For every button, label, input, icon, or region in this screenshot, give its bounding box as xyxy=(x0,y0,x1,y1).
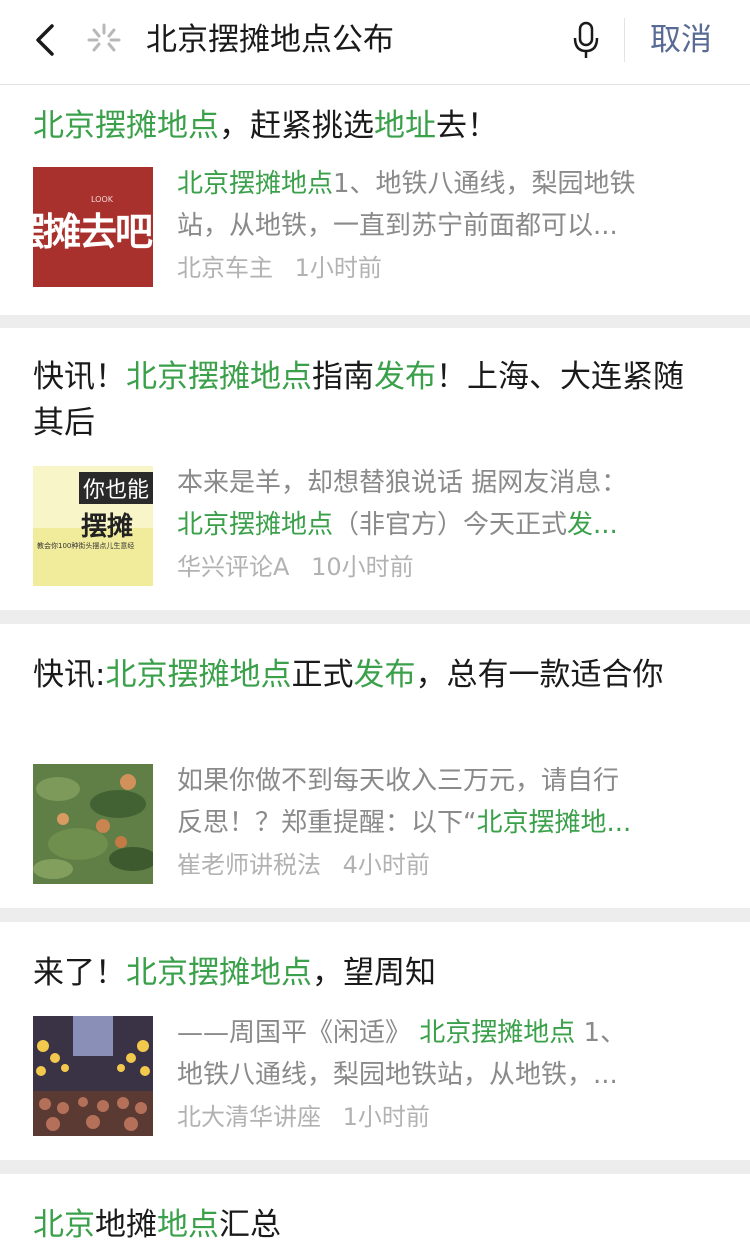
highlighted-keyword: 地点 xyxy=(157,1207,219,1243)
result-time: 1小时前 xyxy=(342,1103,430,1131)
result-title: 快讯！北京摆摊地点指南发布！上海、大连紧随其后 xyxy=(33,354,710,446)
text-segment: 站，从地铁，一直到苏宁前面都可以... xyxy=(177,211,618,241)
microphone-icon[interactable] xyxy=(570,20,602,60)
thumbnail-caption: 摆摊 xyxy=(81,512,134,542)
result-title: 北京摆摊地点，赶紧挑选地址去！ xyxy=(33,103,710,149)
result-snippet: 北京摆摊地点1、地铁八通线，梨园地铁站，从地铁，一直到苏宁前面都可以... xyxy=(177,163,710,247)
snippet-line: ——周国平《闲适》 北京摆摊地点 1、 xyxy=(177,1012,710,1054)
search-bar: 北京摆摊地点公布 取消 xyxy=(0,0,750,85)
night-market-image xyxy=(33,1016,153,1136)
text-segment: 快讯: xyxy=(33,657,106,693)
highlighted-keyword: 北京摆摊地点 xyxy=(419,1018,576,1048)
result-thumbnail: 摆摊去吧 LOOK xyxy=(33,167,153,287)
result-snippet: 如果你做不到每天收入三万元，请自行 反思！？郑重提醒：以下“北京摆摊地... xyxy=(177,760,710,844)
search-divider xyxy=(624,18,625,62)
result-thumbnail: 你也能 摆摊 教会你100种街头摆点儿生意经 xyxy=(33,466,153,586)
result-source[interactable]: 崔老师讲税法 xyxy=(177,851,321,879)
result-card[interactable]: 北京地摊地点汇总 xyxy=(0,1174,750,1254)
result-thumbnail xyxy=(33,1016,153,1136)
snippet-line: 如果你做不到每天收入三万元，请自行 xyxy=(177,760,710,802)
text-segment: 1、 xyxy=(575,1018,627,1048)
highlighted-keyword: 发... xyxy=(567,510,618,540)
highlighted-keyword: 发布 xyxy=(353,657,416,693)
highlighted-keyword: 北京摆摊地点 xyxy=(126,359,312,395)
result-source[interactable]: 华兴评论A xyxy=(177,553,289,581)
result-snippet: 本来是羊，却想替狼说话 据网友消息： 北京摆摊地点（非官方）今天正式发... xyxy=(177,462,710,546)
text-segment: 来了！ xyxy=(33,955,126,991)
snippet-line: 北京摆摊地点（非官方）今天正式发... xyxy=(177,504,710,546)
text-segment: ，望周知 xyxy=(312,955,436,991)
text-segment: 本来是羊，却想替狼说话 据网友消息： xyxy=(177,468,628,498)
cancel-button[interactable]: 取消 xyxy=(650,18,712,62)
result-card[interactable]: 快讯:北京摆摊地点正式发布，总有一款适合你 如果你做不到每天收入三万元，请自行反… xyxy=(0,624,750,908)
text-segment: ，总有一款适合你 xyxy=(415,657,664,693)
search-input[interactable]: 北京摆摊地点公布 xyxy=(146,18,394,62)
snippet-line: 地铁八通线，梨园地铁站，从地铁，... xyxy=(177,1054,710,1096)
result-card[interactable]: 来了！北京摆摊地点，望周知 ——周国平《闲适》 北京摆摊地点 1、 地铁八通线，梨… xyxy=(0,922,750,1160)
result-title: 来了！北京摆摊地点，望周知 xyxy=(33,950,710,996)
text-segment: 快讯！ xyxy=(33,359,126,395)
loading-spinner-icon xyxy=(87,23,121,52)
result-title: 快讯:北京摆摊地点正式发布，总有一款适合你 xyxy=(33,652,710,698)
result-meta: 北京车主 1小时前 xyxy=(177,251,382,285)
thumbnail-caption: 摆摊去吧 xyxy=(33,209,153,254)
result-thumbnail xyxy=(33,764,153,884)
text-segment: （非官方）今天正式 xyxy=(333,510,568,540)
result-card[interactable]: 北京摆摊地点，赶紧挑选地址去！ 摆摊去吧 LOOK 北京摆摊地点1、地铁八通线，… xyxy=(0,85,750,315)
snippet-line: 站，从地铁，一直到苏宁前面都可以... xyxy=(177,205,710,247)
result-source[interactable]: 北大清华讲座 xyxy=(177,1103,321,1131)
result-title: 北京地摊地点汇总 xyxy=(33,1202,710,1248)
snippet-line: 本来是羊，却想替狼说话 据网友消息： xyxy=(177,462,710,504)
result-time: 1小时前 xyxy=(294,254,382,282)
highlighted-keyword: 北京摆摊地点 xyxy=(177,169,334,199)
text-segment: 汇总 xyxy=(219,1207,281,1243)
result-time: 10小时前 xyxy=(311,553,414,581)
result-snippet: ——周国平《闲适》 北京摆摊地点 1、地铁八通线，梨园地铁站，从地铁，... xyxy=(177,1012,710,1096)
highlighted-keyword: 北京摆摊地点 xyxy=(177,510,334,540)
thumbnail-small-caption: 教会你100种街头摆点儿生意经 xyxy=(37,542,135,550)
result-card[interactable]: 快讯！北京摆摊地点指南发布！上海、大连紧随其后 你也能 摆摊 教会你100种街头… xyxy=(0,328,750,610)
text-segment: 如果你做不到每天收入三万元，请自行 xyxy=(177,766,620,796)
highlighted-keyword: 发布 xyxy=(374,359,436,395)
result-meta: 华兴评论A 10小时前 xyxy=(177,550,414,584)
thumbnail-small-caption: LOOK xyxy=(91,195,114,204)
text-segment: 反思！？郑重提醒：以下“ xyxy=(177,808,477,838)
result-time: 4小时前 xyxy=(342,851,430,879)
snippet-line: 北京摆摊地点1、地铁八通线，梨园地铁 xyxy=(177,163,710,205)
highlighted-keyword: 北京摆摊地点 xyxy=(33,108,219,144)
highlighted-keyword: 北京 xyxy=(33,1207,95,1243)
snippet-line: 反思！？郑重提醒：以下“北京摆摊地... xyxy=(177,802,710,844)
back-arrow-icon[interactable] xyxy=(28,18,68,62)
text-segment: 指南 xyxy=(312,359,374,395)
text-segment: 1、地铁八通线，梨园地铁 xyxy=(333,169,636,199)
result-meta: 北大清华讲座 1小时前 xyxy=(177,1100,430,1134)
highlighted-keyword: 北京摆摊地点 xyxy=(126,955,312,991)
text-segment: ，赶紧挑选 xyxy=(219,108,374,144)
text-segment: 正式 xyxy=(291,657,354,693)
result-meta: 崔老师讲税法 4小时前 xyxy=(177,848,430,882)
result-source[interactable]: 北京车主 xyxy=(177,254,273,282)
fruit-tree-image xyxy=(33,764,153,884)
text-segment: ——周国平《闲适》 xyxy=(177,1018,420,1048)
text-segment: 地铁八通线，梨园地铁站，从地铁，... xyxy=(177,1060,618,1090)
text-segment: 去！ xyxy=(436,108,498,144)
thumbnail-caption-top: 你也能 xyxy=(83,478,150,503)
highlighted-keyword: 北京摆摊地点 xyxy=(105,657,292,693)
highlighted-keyword: 地址 xyxy=(374,108,436,144)
highlighted-keyword: 北京摆摊地... xyxy=(476,808,632,838)
text-segment: 地摊 xyxy=(95,1207,157,1243)
